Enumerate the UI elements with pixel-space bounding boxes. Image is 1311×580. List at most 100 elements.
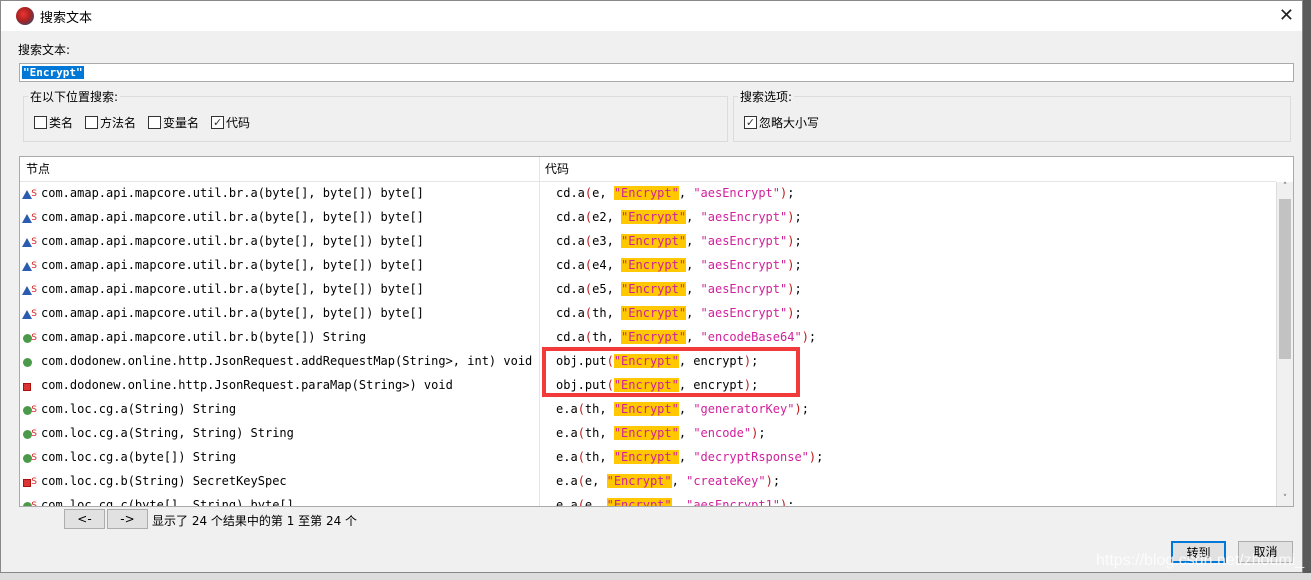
node-cell: Scom.loc.cg.c(byte[], String) byte[] [22, 493, 540, 507]
code-args: e2, [592, 210, 622, 224]
code-end: ; [794, 282, 802, 296]
close-icon[interactable]: ✕ [1279, 5, 1294, 26]
private-static-method-icon: S [22, 474, 37, 488]
code-sep: , [686, 306, 701, 320]
code-string: "generatorKey" [693, 402, 795, 416]
code-string: "aesEncrypt" [700, 210, 788, 224]
prev-page-button[interactable]: <- [64, 509, 105, 529]
column-header-code[interactable]: 代码 [539, 157, 1276, 182]
code-paren: ) [801, 330, 809, 344]
table-row[interactable]: Scom.loc.cg.a(String) String e.a(th, "En… [20, 397, 1276, 421]
code-sep: , [671, 498, 687, 507]
table-row[interactable]: Scom.amap.api.mapcore.util.br.a(byte[], … [20, 205, 1276, 229]
node-cell: Scom.amap.api.mapcore.util.br.a(byte[], … [22, 181, 540, 205]
node-text: com.dodonew.online.http.JsonRequest.para… [41, 378, 453, 392]
node-cell: Scom.amap.api.mapcore.util.br.a(byte[], … [22, 253, 540, 277]
code-sep: , [678, 426, 694, 440]
checkbox-1[interactable]: 方法名 [85, 114, 136, 131]
static-method-icon: S [22, 186, 37, 200]
code-string: "decryptRsponse" [693, 450, 809, 464]
code-call: cd.a [556, 282, 585, 296]
checked-checkbox-icon[interactable]: ✓ [211, 116, 225, 129]
code-paren: ( [577, 474, 585, 488]
table-row[interactable]: Scom.amap.api.mapcore.util.br.a(byte[], … [20, 301, 1276, 325]
node-cell: Scom.loc.cg.a(byte[]) String [22, 445, 540, 469]
code-args: th, [592, 330, 622, 344]
checked-checkbox-icon[interactable]: ✓ [744, 116, 757, 129]
checkbox-2[interactable]: 变量名 [148, 114, 199, 131]
code-paren: ) [794, 402, 802, 416]
code-string: "aesEncrypt1" [686, 498, 781, 507]
code-string: "aesEncrypt" [693, 186, 781, 200]
vertical-scrollbar[interactable]: ˄ ˅ [1276, 182, 1293, 506]
code-end: ; [801, 402, 809, 416]
search-input[interactable]: "Encrypt" [19, 63, 1294, 82]
column-header-node[interactable]: 节点 [20, 157, 539, 182]
table-row[interactable]: Scom.loc.cg.a(String, String) String e.a… [20, 421, 1276, 445]
search-text-dialog: 搜索文本 ✕ 搜索文本: "Encrypt" 在以下位置搜索: 类名 方法名 变量名… [0, 0, 1304, 573]
code-sep: , [686, 234, 701, 248]
code-call: cd.a [556, 234, 585, 248]
code-cell: e.a(e, "Encrypt", "aesEncrypt1"); [556, 493, 794, 507]
table-row[interactable]: Scom.loc.cg.a(byte[]) String e.a(th, "En… [20, 445, 1276, 469]
code-paren: ( [577, 402, 585, 416]
code-sep: , [686, 282, 701, 296]
code-string: "aesEncrypt" [700, 282, 788, 296]
table-row[interactable]: Scom.amap.api.mapcore.util.br.a(byte[], … [20, 181, 1276, 205]
code-cell: e.a(th, "Encrypt", "encode"); [556, 421, 766, 445]
static-method-icon: S [22, 210, 37, 224]
code-call: cd.a [556, 330, 585, 344]
search-label: 搜索文本: [18, 43, 71, 57]
checkbox-0[interactable]: 类名 [34, 114, 73, 131]
code-paren: ( [577, 450, 585, 464]
code-end: ; [794, 234, 802, 248]
code-cell: cd.a(e2, "Encrypt", "aesEncrypt"); [556, 205, 802, 229]
unchecked-checkbox-icon[interactable] [34, 116, 47, 129]
node-text: com.amap.api.mapcore.util.br.a(byte[], b… [41, 306, 424, 320]
code-end: ; [787, 186, 795, 200]
node-cell: Scom.amap.api.mapcore.util.br.a(byte[], … [22, 205, 540, 229]
unchecked-checkbox-icon[interactable] [85, 116, 99, 129]
code-args: e, [584, 498, 607, 507]
node-cell: Scom.loc.cg.a(String) String [22, 397, 540, 421]
scrollbar-thumb[interactable] [1279, 199, 1291, 359]
code-string: "aesEncrypt" [700, 234, 788, 248]
scroll-up-icon[interactable]: ˄ [1277, 182, 1293, 192]
public-static-method-icon: S [22, 330, 37, 344]
table-row[interactable]: Scom.amap.api.mapcore.util.br.a(byte[], … [20, 253, 1276, 277]
match-highlight: "Encrypt" [621, 282, 687, 296]
code-cell: cd.a(e, "Encrypt", "aesEncrypt"); [556, 181, 794, 205]
scroll-down-icon[interactable]: ˅ [1277, 494, 1293, 504]
code-call: e.a [556, 450, 578, 464]
public-method-icon [22, 354, 36, 368]
code-call: e.a [556, 498, 578, 507]
node-text: com.loc.cg.b(String) SecretKeySpec [41, 474, 287, 488]
search-options-label: 搜索选项: [738, 88, 795, 105]
table-row[interactable]: Scom.amap.api.mapcore.util.br.a(byte[], … [20, 277, 1276, 301]
code-end: ; [794, 258, 802, 272]
node-cell: com.dodonew.online.http.JsonRequest.para… [22, 373, 540, 397]
code-args: e4, [592, 258, 622, 272]
code-end: ; [794, 210, 802, 224]
checkbox-3[interactable]: ✓ 代码 [211, 114, 250, 131]
checkbox-label: 忽略大小写 [759, 116, 820, 130]
table-row[interactable]: Scom.amap.api.mapcore.util.br.b(byte[]) … [20, 325, 1276, 349]
checkbox-0[interactable]: ✓ 忽略大小写 [744, 114, 819, 131]
match-highlight: "Encrypt" [621, 306, 687, 320]
public-static-method-icon: S [22, 402, 37, 416]
node-text: com.loc.cg.a(byte[]) String [41, 450, 237, 464]
code-cell: e.a(th, "Encrypt", "generatorKey"); [556, 397, 809, 421]
node-text: com.loc.cg.c(byte[], String) byte[] [41, 498, 294, 507]
public-static-method-icon: S [22, 426, 37, 440]
next-page-button[interactable]: -> [107, 509, 148, 529]
unchecked-checkbox-icon[interactable] [148, 116, 162, 129]
node-text: com.amap.api.mapcore.util.br.a(byte[], b… [41, 258, 424, 272]
match-highlight: "Encrypt" [606, 498, 672, 506]
table-row[interactable]: Scom.loc.cg.c(byte[], String) byte[] e.a… [20, 493, 1276, 507]
code-sep: , [678, 450, 694, 464]
node-text: com.amap.api.mapcore.util.br.a(byte[], b… [41, 234, 424, 248]
table-row[interactable]: Scom.loc.cg.b(String) SecretKeySpec e.a(… [20, 469, 1276, 493]
search-options-group: 搜索选项: ✓ 忽略大小写 [733, 88, 1291, 142]
table-row[interactable]: Scom.amap.api.mapcore.util.br.a(byte[], … [20, 229, 1276, 253]
dialog-title: 搜索文本 [40, 10, 93, 26]
